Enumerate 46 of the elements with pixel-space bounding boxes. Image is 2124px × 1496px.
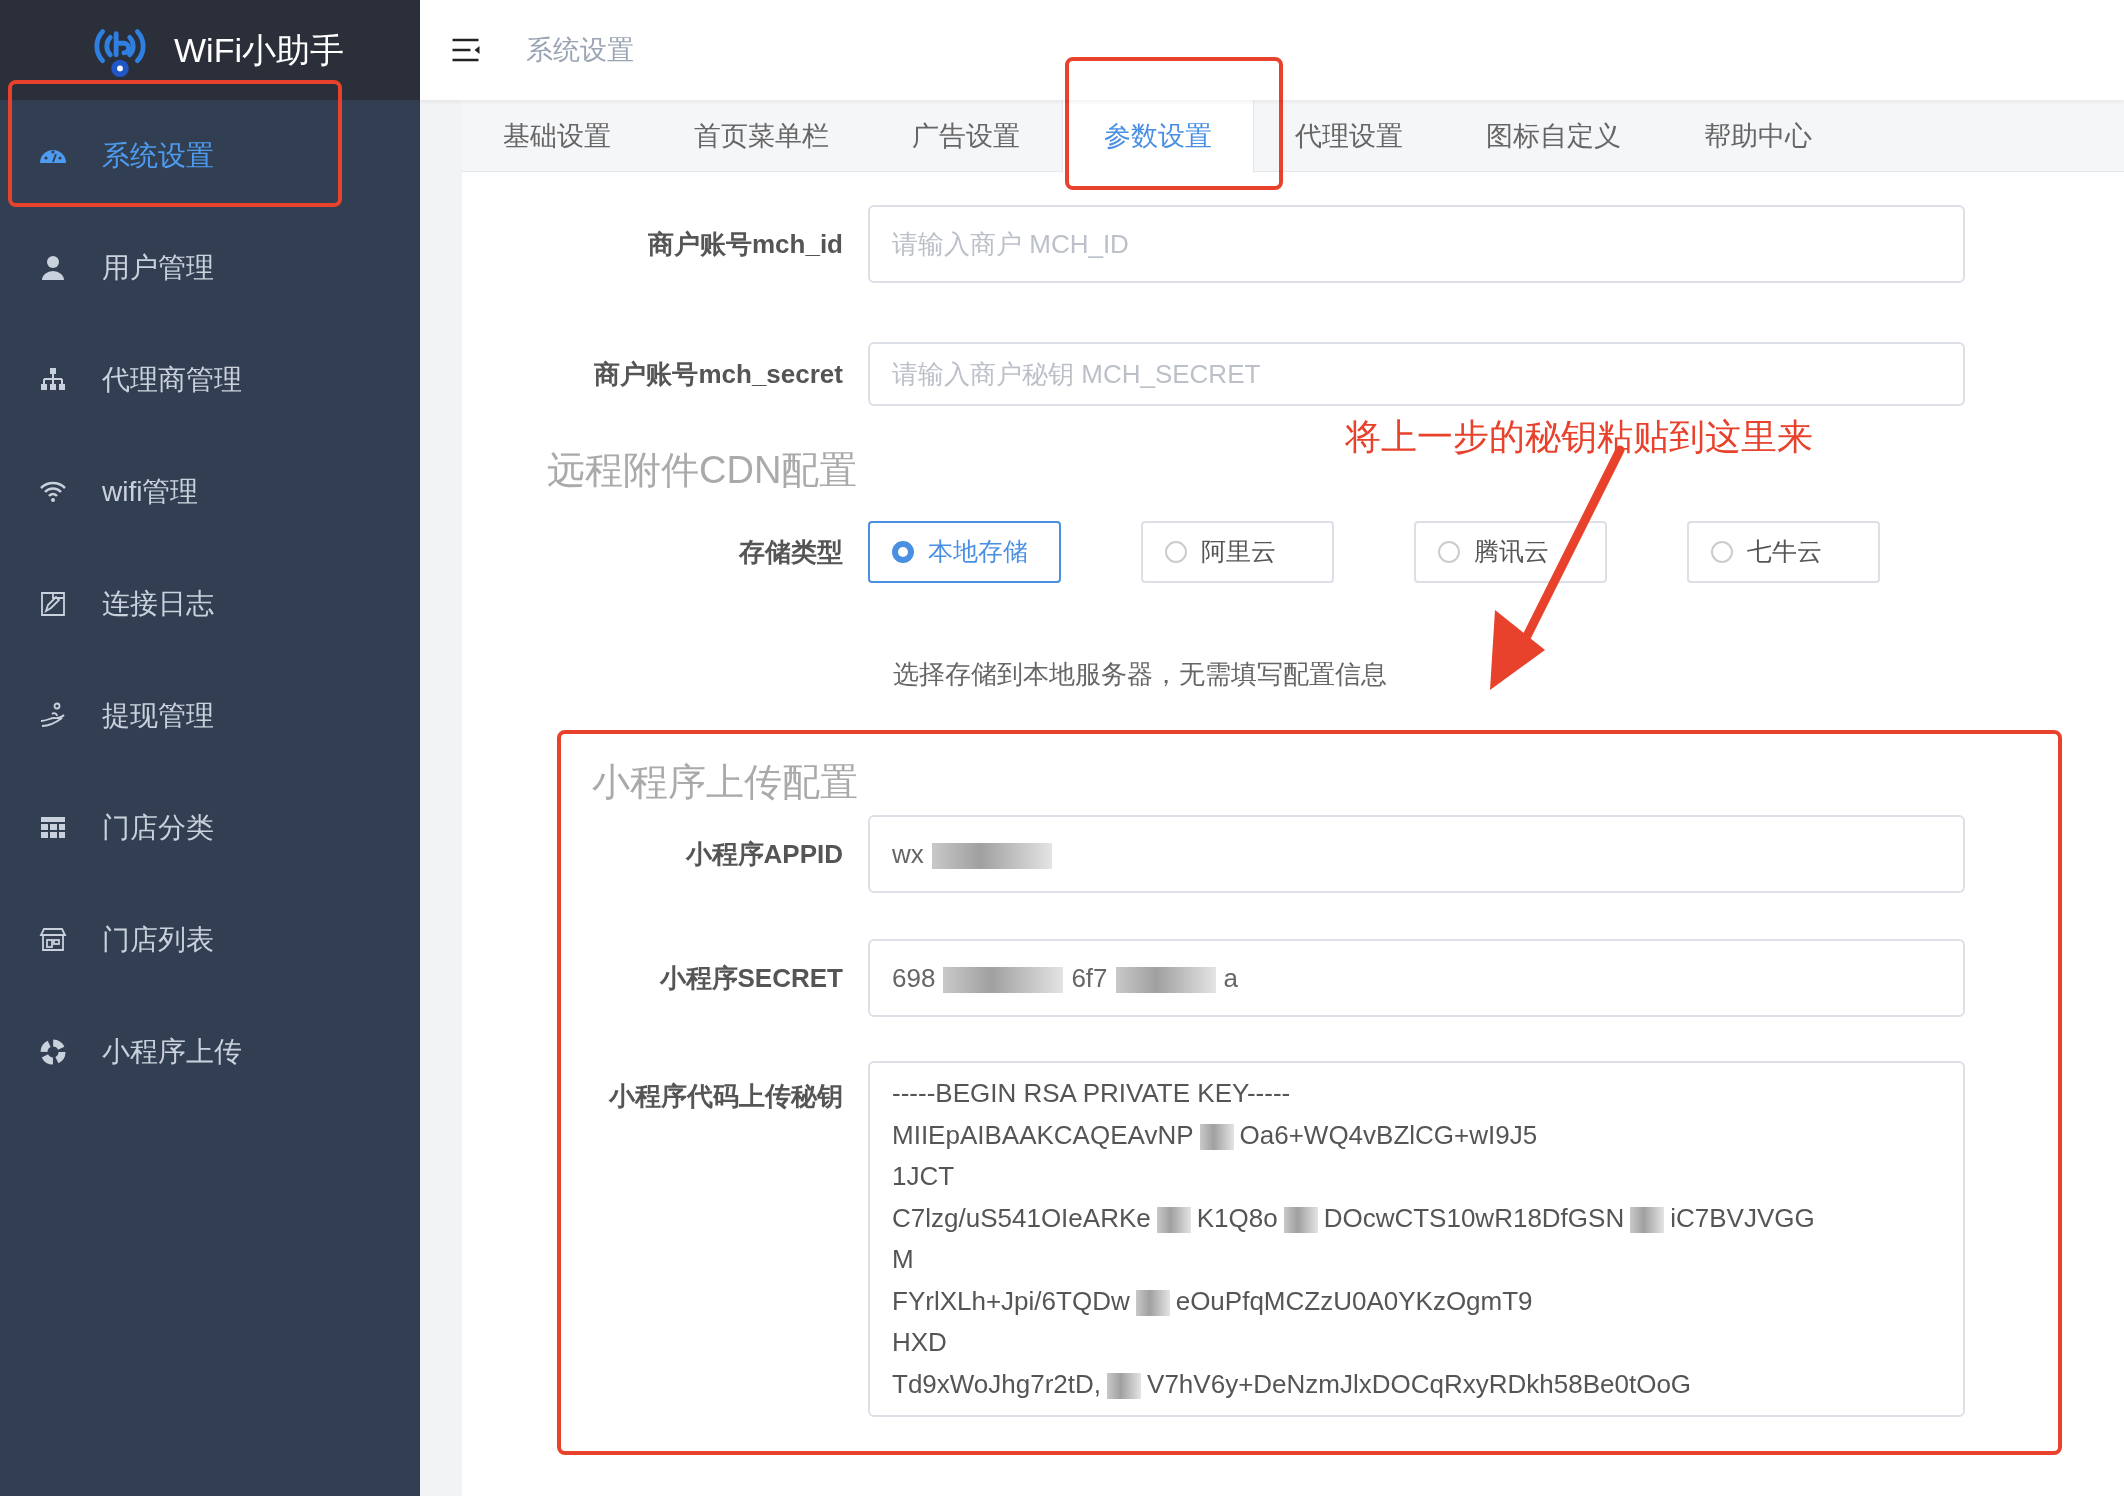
- breadcrumb-text: 系统设置: [526, 33, 634, 67]
- field-label: 小程序APPID: [684, 837, 844, 871]
- key-text-area[interactable]: [868, 1061, 1965, 1417]
- key-text-line: M: [892, 1243, 915, 1276]
- tab[interactable]: 帮助中心: [1663, 100, 1854, 172]
- key-text-line: 1JCT: [892, 1160, 956, 1193]
- sidebar-item[interactable]: 用户管理: [0, 212, 420, 324]
- sidebar-item[interactable]: 提现管理: [0, 660, 420, 772]
- section-title: 小程序上传配置: [592, 760, 859, 805]
- key-text-line: HXD: [892, 1326, 948, 1359]
- text-field[interactable]: wx: [868, 815, 1965, 893]
- tab[interactable]: 广告设置: [871, 100, 1062, 172]
- text-field[interactable]: 请输入商户秘钥 MCH_SECRET: [868, 342, 1965, 406]
- field-label: 小程序代码上传秘钥: [607, 1080, 844, 1113]
- sidebar-item[interactable]: 代理商管理: [0, 324, 420, 436]
- sidebar-item[interactable]: 门店列表: [0, 884, 420, 996]
- lifebuoy-icon: [38, 1037, 68, 1067]
- key-text-line: -----BEGIN RSA PRIVATE KEY-----: [892, 1077, 1292, 1110]
- tab[interactable]: 基础设置: [462, 100, 653, 172]
- radio-option[interactable]: 阿里云: [1141, 521, 1334, 583]
- sidebar-item[interactable]: wifi管理: [0, 436, 420, 548]
- text-field[interactable]: 请输入商户 MCH_ID: [868, 205, 1965, 283]
- field-value: 698 6f7 a: [892, 961, 1238, 995]
- field-label: 小程序SECRET: [658, 961, 844, 995]
- field-label: 商户账号mch_id: [646, 227, 844, 261]
- radio-option[interactable]: 七牛云: [1687, 521, 1880, 583]
- sidebar-item[interactable]: 连接日志: [0, 548, 420, 660]
- tab[interactable]: 首页菜单栏: [653, 100, 871, 172]
- tab[interactable]: 代理设置: [1254, 100, 1445, 172]
- help-text: 选择存储到本地服务器，无需填写配置信息: [893, 658, 1388, 691]
- field-value: wx: [892, 834, 1060, 874]
- sidebar-item[interactable]: 门店分类: [0, 772, 420, 884]
- text-field[interactable]: 698 6f7 a: [868, 939, 1965, 1017]
- sidebar-item[interactable]: 系统设置: [0, 100, 420, 212]
- sidebar-item[interactable]: 小程序上传: [0, 996, 420, 1108]
- tab[interactable]: 图标自定义: [1445, 100, 1663, 172]
- log-icon: [38, 589, 68, 619]
- radio-option[interactable]: 腾讯云: [1414, 521, 1607, 583]
- key-text-line: C7lzg/uS541OIeARKe K1Q8o DOcwCTS10wR18DfGSN iC7BVJVGG: [892, 1201, 1816, 1235]
- field-label: 商户账号mch_secret: [593, 357, 844, 391]
- logo-text: WiFi小助手: [174, 29, 344, 71]
- field-label: 存储类型: [737, 536, 844, 569]
- key-text-line: FYrlXLh+Jpi/6TQDw eOuPfqMCZzU0A0YKzOgmT9: [892, 1284, 1534, 1318]
- key-text-line: Td9xWoJhg7r2tD, V7hV6y+DeNzmJlxDOCqRxyRDkh58Be0tOoG: [892, 1367, 1693, 1401]
- section-title: 远程附件CDN配置: [547, 448, 859, 493]
- key-text-line: MIIEpAIBAAKCAQEAvNP Oa6+WQ4vBZlCG+wI9J5: [892, 1118, 1539, 1152]
